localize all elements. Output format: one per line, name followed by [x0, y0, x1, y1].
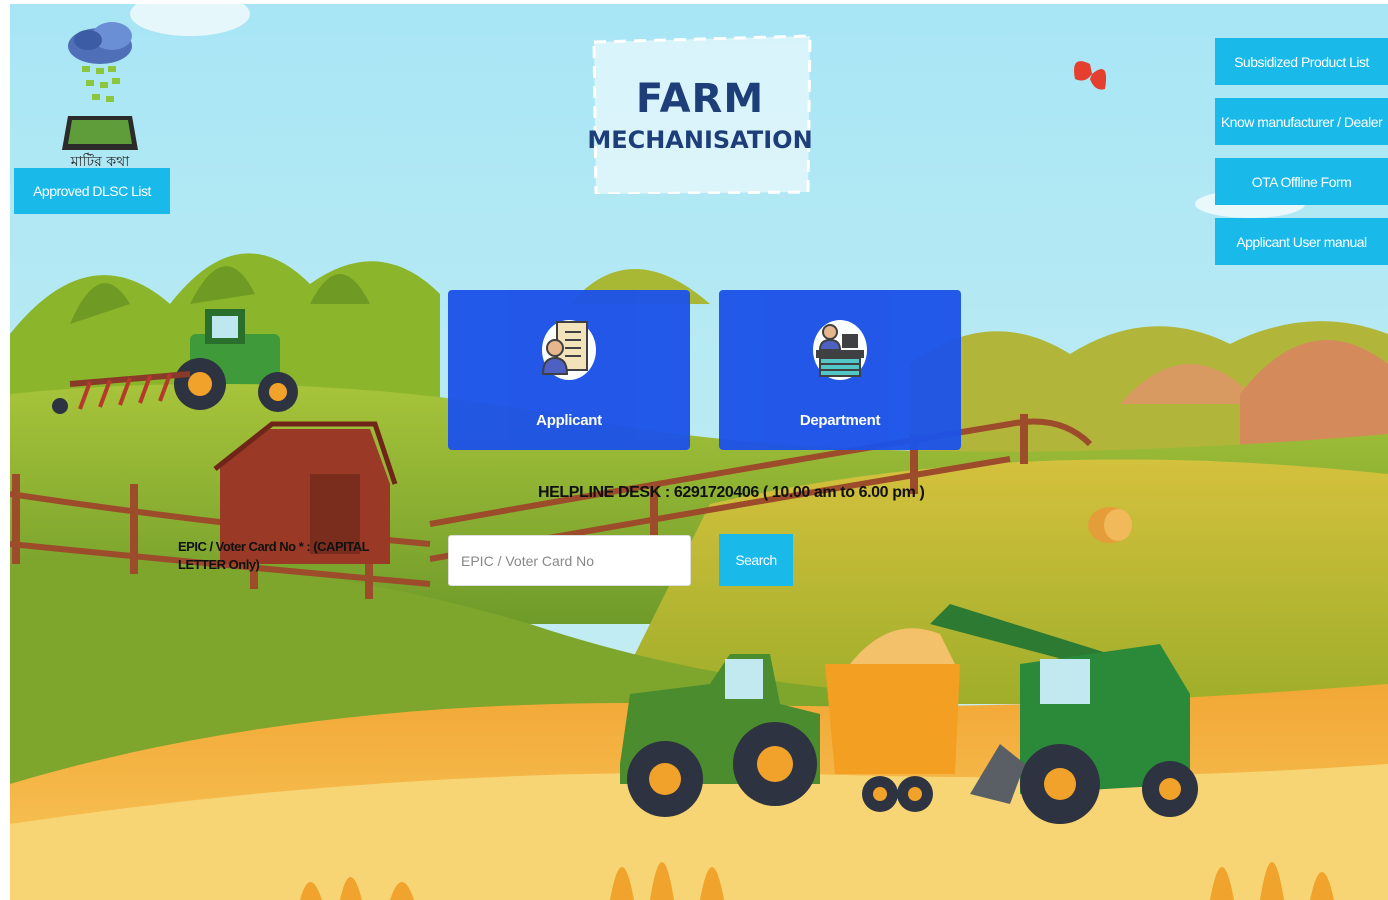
logo-caption: মাটির কথা [70, 153, 130, 168]
search-button[interactable]: Search [719, 534, 793, 586]
desk-officer-icon [813, 320, 867, 380]
helpline-desk-text: HELPLINE DESK : 6291720406 ( 10.00 am to… [538, 484, 925, 501]
department-card[interactable]: Department [719, 290, 961, 450]
applicant-user-manual-button[interactable]: Applicant User manual [1215, 218, 1388, 265]
approved-dlsc-list-button[interactable]: Approved DLSC List [14, 168, 170, 214]
page-title: FARM MECHANISATION [584, 34, 816, 194]
epic-field-label: EPIC / Voter Card No * : (CAPITAL LETTER… [178, 539, 369, 572]
applicant-card[interactable]: Applicant [448, 290, 690, 450]
epic-voter-card-input[interactable] [448, 535, 691, 586]
know-manufacturer-dealer-button[interactable]: Know manufacturer / Dealer [1215, 98, 1388, 145]
title-line-farm: FARM [635, 76, 765, 122]
applicant-card-label: Applicant [536, 412, 602, 429]
title-line-mechanisation: MECHANISATION [587, 126, 813, 154]
department-card-label: Department [799, 412, 881, 429]
document-user-icon [541, 320, 596, 380]
subsidized-product-list-button[interactable]: Subsidized Product List [1215, 38, 1388, 85]
ota-offline-form-button[interactable]: OTA Offline Form [1215, 158, 1388, 205]
matir-katha-logo: মাটির কথা [52, 18, 162, 170]
